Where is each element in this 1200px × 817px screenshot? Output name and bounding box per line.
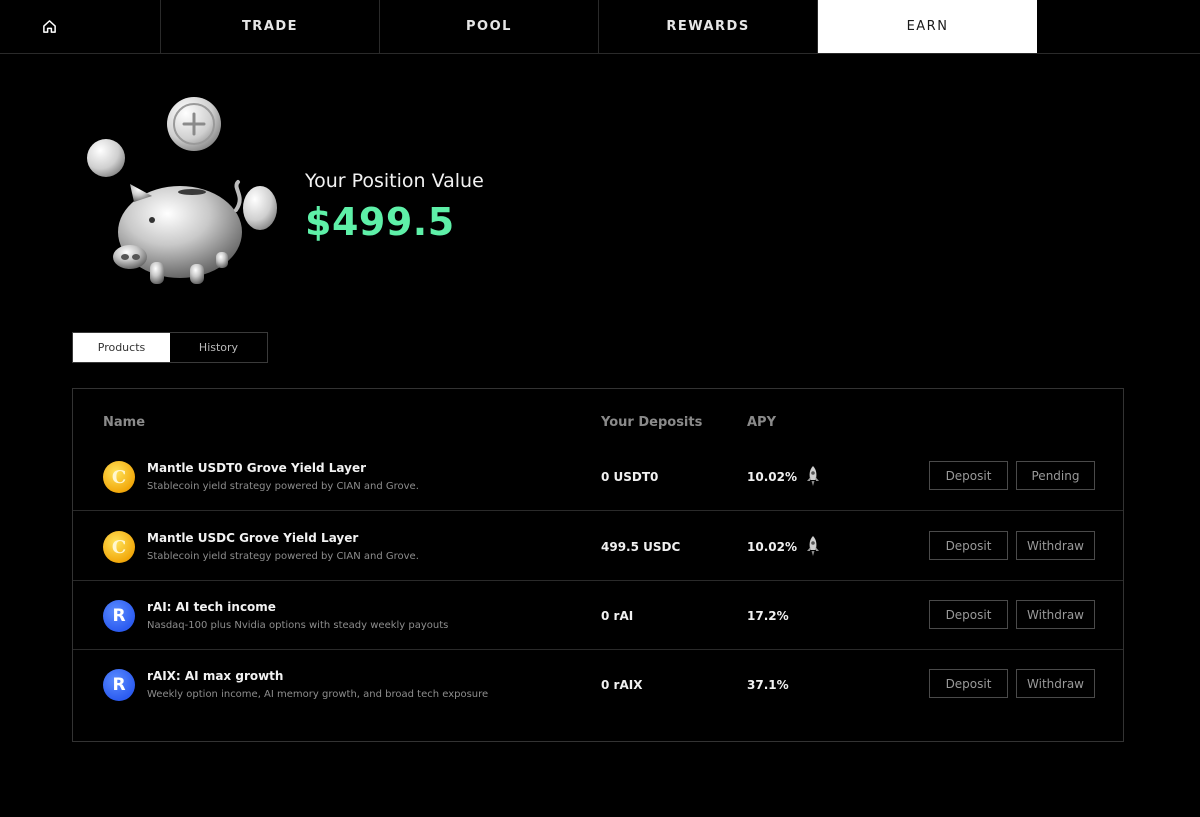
- product-description: Stablecoin yield strategy powered by CIA…: [147, 481, 419, 492]
- table-row: C Mantle USDT0 Grove Yield Layer Stablec…: [73, 441, 1123, 511]
- product-description: Weekly option income, AI memory growth, …: [147, 689, 489, 700]
- withdraw-button[interactable]: Withdraw: [1016, 669, 1095, 698]
- cian-token-icon: C: [103, 461, 135, 493]
- products-table: Name Your Deposits APY C Mantle USDT0 Gr…: [72, 388, 1124, 742]
- product-name: Mantle USDC Grove Yield Layer: [147, 531, 359, 545]
- rocket-icon: [807, 466, 819, 486]
- apy-value: 10.02%: [747, 470, 797, 484]
- home-icon: [43, 20, 56, 33]
- table-row: C Mantle USDC Grove Yield Layer Stableco…: [73, 511, 1123, 581]
- pending-button[interactable]: Pending: [1016, 461, 1095, 490]
- r-token-icon: R: [103, 600, 135, 632]
- position-value-amount: $499.5: [305, 200, 455, 244]
- piggy-bank-illustration: [87, 97, 277, 284]
- col-header-deposits: Your Deposits: [601, 415, 703, 430]
- product-name: Mantle USDT0 Grove Yield Layer: [147, 461, 367, 475]
- top-nav: TRADE POOL REWARDS EARN: [0, 0, 1200, 54]
- deposit-amount: 0 USDT0: [601, 470, 659, 484]
- position-value-label: Your Position Value: [305, 170, 484, 192]
- product-description: Stablecoin yield strategy powered by CIA…: [147, 551, 419, 562]
- apy-value: 17.2%: [747, 609, 789, 623]
- col-header-name: Name: [103, 415, 146, 430]
- deposit-amount: 0 rAI: [601, 609, 634, 623]
- view-tabs: Products History: [72, 332, 268, 363]
- nav-tab-trade[interactable]: TRADE: [161, 0, 380, 53]
- table-row: R rAIX: AI max growth Weekly option inco…: [73, 649, 1123, 719]
- cian-token-icon: C: [103, 531, 135, 563]
- tab-history[interactable]: History: [170, 333, 267, 362]
- rocket-icon: [807, 536, 819, 556]
- tab-products[interactable]: Products: [73, 333, 170, 362]
- deposit-button[interactable]: Deposit: [929, 531, 1008, 560]
- r-token-icon: R: [103, 669, 135, 701]
- col-header-apy: APY: [747, 415, 777, 430]
- table-row: R rAI: AI tech income Nasdaq-100 plus Nv…: [73, 580, 1123, 650]
- nav-tab-earn[interactable]: EARN: [818, 0, 1037, 53]
- product-name: rAI: AI tech income: [147, 600, 276, 614]
- withdraw-button[interactable]: Withdraw: [1016, 531, 1095, 560]
- deposit-button[interactable]: Deposit: [929, 461, 1008, 490]
- apy-value: 10.02%: [747, 540, 797, 554]
- apy-value: 37.1%: [747, 678, 789, 692]
- product-description: Nasdaq-100 plus Nvidia options with stea…: [147, 620, 449, 631]
- nav-tab-pool[interactable]: POOL: [380, 0, 599, 53]
- deposit-amount: 0 rAIX: [601, 678, 643, 692]
- deposit-button[interactable]: Deposit: [929, 600, 1008, 629]
- withdraw-button[interactable]: Withdraw: [1016, 600, 1095, 629]
- deposit-button[interactable]: Deposit: [929, 669, 1008, 698]
- home-button[interactable]: [0, 0, 161, 53]
- deposit-amount: 499.5 USDC: [601, 540, 681, 554]
- product-name: rAIX: AI max growth: [147, 669, 284, 683]
- nav-tab-rewards[interactable]: REWARDS: [599, 0, 818, 53]
